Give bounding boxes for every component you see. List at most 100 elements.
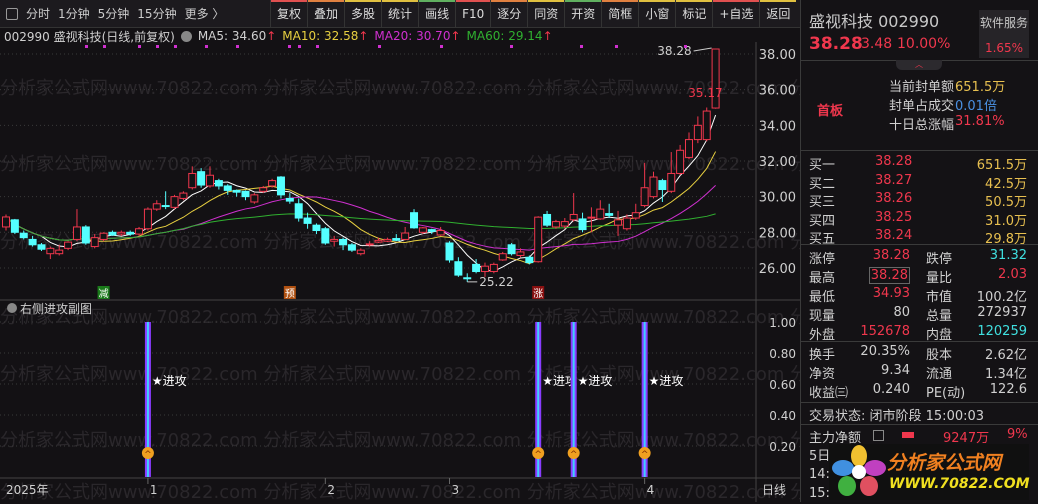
kline-chart[interactable]: 38.00 36.00 34.00 32.00 30.00 28.00 26.00 1.00 0… [0,0,800,502]
candle[interactable] [676,144,685,176]
candle[interactable] [649,171,658,199]
candle[interactable] [454,257,463,277]
candle-body [268,180,277,187]
candle[interactable] [684,132,693,160]
candle[interactable] [339,237,348,251]
candle-body [126,231,135,235]
sub-settings-icon[interactable] [7,303,17,313]
candle[interactable] [356,248,365,256]
candle[interactable] [214,178,223,190]
candle[interactable] [143,207,152,231]
candle[interactable] [596,200,605,220]
candle[interactable] [383,237,392,243]
candle[interactable] [81,225,90,245]
candle-body [135,228,144,235]
seal-value: 31.81% [955,114,1005,129]
stat-value: 120259 [977,324,1027,339]
candle[interactable] [401,226,410,241]
candle[interactable] [605,203,614,219]
candle-body [702,110,711,141]
stat-value: 272937 [977,305,1027,320]
candle[interactable] [702,107,711,142]
candle[interactable] [108,230,117,236]
seal-value: 651.5万 [955,80,1006,95]
candle[interactable] [161,191,170,210]
candle[interactable] [392,234,401,242]
candle[interactable] [72,209,81,242]
candle[interactable] [569,193,578,222]
candle[interactable] [303,212,312,229]
bid-label: 买四 [809,213,836,229]
candle[interactable] [578,212,587,233]
candle[interactable] [436,226,445,236]
candle[interactable] [46,246,55,260]
candle[interactable] [241,190,250,201]
bid-volume: 50.5万 [985,195,1027,210]
candle[interactable] [498,251,507,261]
candle[interactable] [525,255,534,265]
candle[interactable] [90,234,99,249]
candle[interactable] [321,226,330,245]
candle[interactable] [117,230,126,236]
candle[interactable] [410,209,419,229]
candle[interactable] [312,223,321,235]
candle-body [214,180,223,187]
candle[interactable] [330,235,339,247]
candle[interactable] [285,193,294,204]
candle-body [37,244,46,250]
stat-value: 34.93 [872,286,910,301]
candle[interactable] [463,273,472,282]
candle-body [170,196,179,208]
candle-body [401,232,410,240]
candle[interactable] [640,162,649,208]
candle[interactable] [188,166,197,190]
candle-body [489,263,498,273]
candle[interactable] [693,116,702,144]
candle[interactable] [37,242,46,252]
event-dot [684,45,687,48]
candle[interactable] [19,230,28,240]
candle[interactable] [197,168,206,188]
candle[interactable] [99,232,108,242]
day5-label: 5日 [809,449,831,464]
candle[interactable] [10,218,19,235]
candle-body [392,238,401,241]
seal-row: 封单占成交 0.01倍 [801,95,1038,114]
candle[interactable] [489,262,498,274]
sector-box[interactable]: 软件服务 1.65% [979,10,1029,58]
candle[interactable] [206,166,215,188]
caret-up-icon: ^ [570,450,578,460]
candle-body [445,242,454,261]
candle[interactable] [507,242,516,256]
candle[interactable] [347,242,356,252]
candle[interactable] [268,178,277,188]
candle[interactable] [534,216,543,263]
candle[interactable] [667,152,676,194]
candle[interactable] [551,219,560,229]
period-label[interactable]: 日线 [762,483,786,497]
candle[interactable] [543,210,552,227]
candle[interactable] [294,198,303,222]
candle[interactable] [427,228,436,235]
high-pointer [693,47,712,52]
candle[interactable] [170,194,179,210]
flow-detail-icon[interactable] [873,430,884,441]
candle[interactable] [276,176,285,199]
candle[interactable] [152,200,161,211]
candle[interactable] [631,203,640,220]
candle[interactable] [179,191,188,201]
candle[interactable] [232,189,241,197]
candle[interactable] [2,214,10,231]
candle-body [649,176,658,198]
candle[interactable] [445,241,454,263]
fin-row: 净资 9.34 流通 1.34亿 [801,363,1038,382]
candle-body [161,205,170,208]
candle[interactable] [250,193,259,204]
candle[interactable] [64,241,73,251]
month-label: 4 [647,483,655,497]
candle[interactable] [135,226,144,236]
candle-body [81,226,90,244]
collapse-icon[interactable]: ︿ [896,60,942,70]
bid-row: 买二 38.27 42.5万 [801,173,1038,192]
candle[interactable] [28,235,37,247]
